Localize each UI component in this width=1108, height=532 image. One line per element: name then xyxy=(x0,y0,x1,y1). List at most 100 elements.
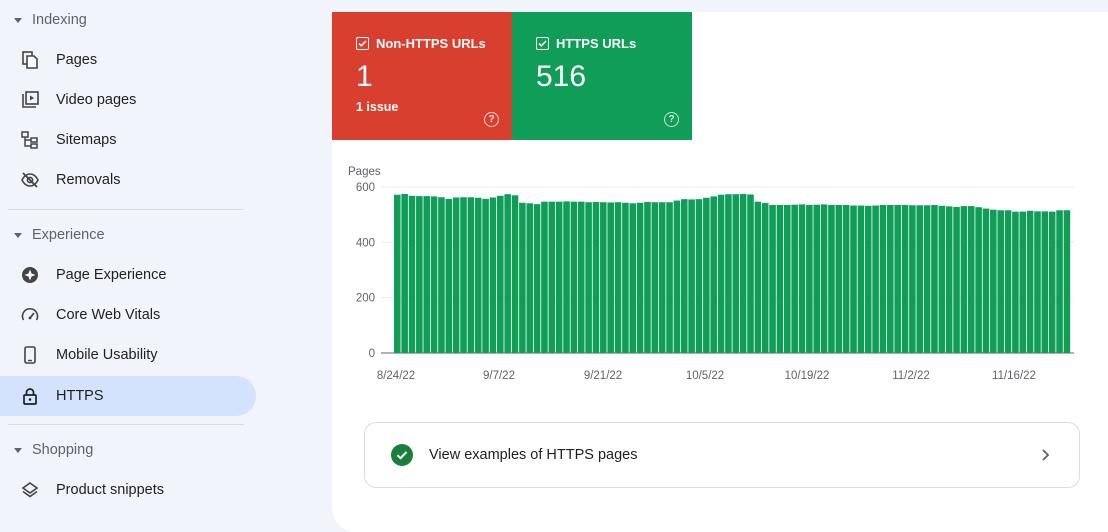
chart-bar xyxy=(923,205,931,353)
chart-bar xyxy=(739,193,747,353)
chart-bar xyxy=(857,205,865,353)
chart-bar xyxy=(953,206,960,353)
section-title: Shopping xyxy=(32,442,94,458)
sidebar-item-removals[interactable]: Removals xyxy=(0,160,256,200)
x-tick-label: 11/16/22 xyxy=(992,370,1036,382)
metric-value: 1 xyxy=(356,60,373,93)
chart-bar xyxy=(460,197,467,353)
chart-bar xyxy=(555,201,563,353)
chart-bar xyxy=(666,202,673,353)
chart-bar xyxy=(982,208,990,353)
chart-bar xyxy=(879,204,887,353)
chart-bar xyxy=(1026,210,1034,353)
chart-bar xyxy=(644,201,651,353)
chart-bar xyxy=(960,206,968,353)
sidebar-item-video-pages[interactable]: Video pages xyxy=(0,80,256,120)
chart-bar xyxy=(614,202,622,353)
metric-card-https[interactable]: HTTPS URLs 516 ? xyxy=(512,12,692,140)
chart-bar xyxy=(813,204,821,353)
help-icon[interactable]: ? xyxy=(484,112,499,127)
sitemaps-icon xyxy=(20,130,40,150)
page-experience-icon xyxy=(20,265,40,285)
checkbox-checked-icon[interactable] xyxy=(536,37,549,50)
chart-bar xyxy=(754,201,762,353)
y-tick-label: 600 xyxy=(356,182,375,194)
chart-bar xyxy=(872,205,879,353)
chart-bar xyxy=(806,204,813,353)
view-examples-label: View examples of HTTPS pages xyxy=(429,447,638,463)
chart-bar xyxy=(894,204,901,353)
chart-bar xyxy=(1019,211,1027,353)
chart-bar xyxy=(990,209,997,353)
collapse-caret-icon xyxy=(14,17,22,23)
chart-bar xyxy=(467,197,475,353)
sidebar: Indexing Pages Video pages Sitemaps Remo… xyxy=(0,0,268,517)
chart-bar xyxy=(533,204,541,353)
chart-bar xyxy=(967,206,975,353)
chevron-right-icon xyxy=(1042,449,1050,461)
chart-bar xyxy=(673,200,681,353)
chart-bar xyxy=(776,204,784,353)
chart-bar xyxy=(1034,211,1041,353)
help-icon[interactable]: ? xyxy=(664,112,679,127)
pages-icon xyxy=(20,50,40,70)
lock-icon xyxy=(20,386,40,406)
check-circle-icon xyxy=(391,444,413,466)
section-header-experience[interactable]: Experience xyxy=(0,222,105,248)
chart-bar xyxy=(798,204,806,353)
chart-bar xyxy=(747,194,754,353)
y-tick-label: 0 xyxy=(369,348,375,360)
layers-icon xyxy=(20,480,40,500)
collapse-caret-icon xyxy=(14,447,22,453)
sidebar-item-product-snippets[interactable]: Product snippets xyxy=(0,470,256,510)
chart-bar xyxy=(828,204,835,353)
section-title: Indexing xyxy=(32,12,87,28)
chart-bar xyxy=(688,199,695,353)
section-title: Experience xyxy=(32,227,105,243)
y-tick-label: 400 xyxy=(356,237,375,249)
metric-issue-count: 1 issue xyxy=(356,100,399,114)
chart-bar xyxy=(931,204,938,353)
chart-bar xyxy=(600,202,607,353)
section-header-shopping[interactable]: Shopping xyxy=(0,437,93,463)
chart-bar xyxy=(769,204,776,353)
chart-bar xyxy=(489,197,497,353)
chart-bar xyxy=(710,196,717,353)
chart-bar xyxy=(820,204,828,353)
chart-bar xyxy=(482,198,489,353)
sidebar-item-page-experience[interactable]: Page Experience xyxy=(0,255,256,295)
sidebar-item-https[interactable]: HTTPS xyxy=(0,376,256,416)
chart-bar xyxy=(497,195,504,353)
view-examples-row[interactable]: View examples of HTTPS pages xyxy=(364,422,1080,488)
chart-bar xyxy=(761,203,769,353)
sidebar-item-label: Video pages xyxy=(56,92,137,108)
section-header-indexing[interactable]: Indexing xyxy=(0,7,87,33)
metric-label: HTTPS URLs xyxy=(556,36,637,51)
chart-bar xyxy=(909,205,916,353)
sidebar-item-label: Core Web Vitals xyxy=(56,307,161,323)
sidebar-item-core-web-vitals[interactable]: Core Web Vitals xyxy=(0,295,256,335)
chart-bar xyxy=(1056,210,1063,353)
divider xyxy=(8,424,244,425)
chart-bar xyxy=(622,202,629,353)
chart-bar xyxy=(916,205,924,353)
chart-bar xyxy=(658,202,666,353)
chart-bar xyxy=(452,197,460,353)
checkbox-checked-icon[interactable] xyxy=(356,37,369,50)
sidebar-item-label: Mobile Usability xyxy=(56,347,158,363)
chart-bar xyxy=(511,195,519,353)
sidebar-item-sitemaps[interactable]: Sitemaps xyxy=(0,120,256,160)
x-tick-label: 11/2/22 xyxy=(892,370,930,382)
chart-bar xyxy=(997,210,1004,353)
chart-bar xyxy=(401,193,408,353)
chart-bar xyxy=(725,194,732,353)
metric-card-non-https[interactable]: Non-HTTPS URLs 1 1 issue ? xyxy=(332,12,512,140)
sidebar-item-mobile-usability[interactable]: Mobile Usability xyxy=(0,335,256,375)
chart-bar xyxy=(850,205,857,353)
pages-bar-chart: Pages 0 200 400 600 8/24/22 9/7/22 9/21/22 10/5/… xyxy=(348,166,1074,382)
chart-bar xyxy=(1004,210,1012,353)
divider xyxy=(8,209,244,210)
chart-bar xyxy=(394,194,401,353)
sidebar-item-pages[interactable]: Pages xyxy=(0,40,256,80)
chart-bar xyxy=(474,197,482,353)
